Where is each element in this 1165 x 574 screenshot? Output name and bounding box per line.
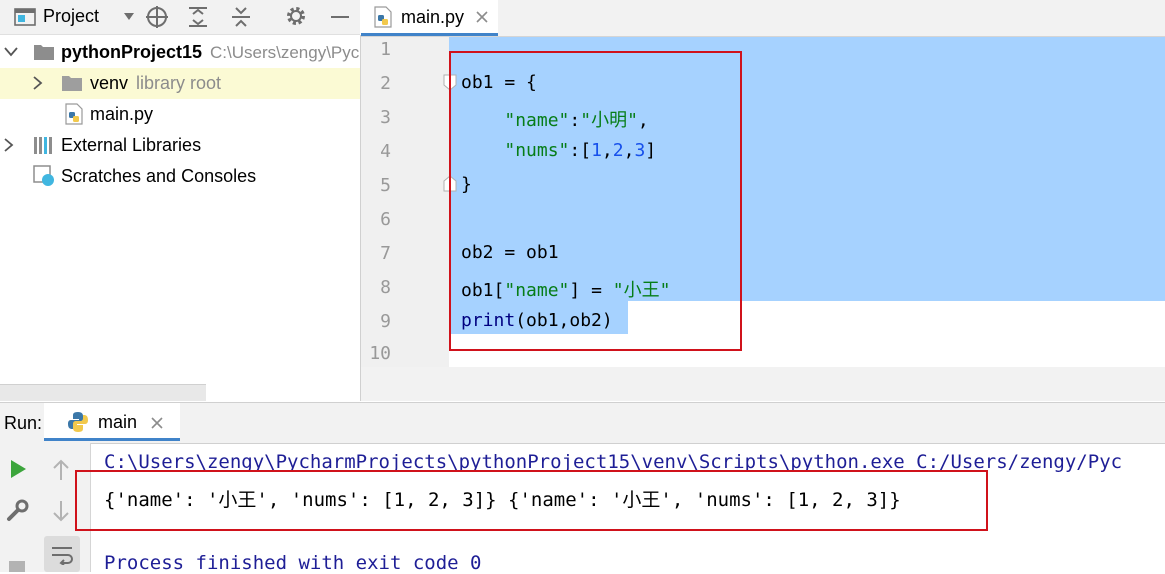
console-exit-message: Process finished with exit code 0: [104, 552, 482, 574]
annotation-box-output: [75, 470, 988, 531]
main-py-label: main.py: [90, 104, 154, 124]
collapse-all-icon[interactable]: [230, 5, 252, 29]
locate-icon[interactable]: [145, 5, 169, 29]
tree-item-venv[interactable]: venv library root: [0, 68, 360, 99]
line-number: 9: [380, 311, 391, 332]
chevron-right-icon[interactable]: [4, 138, 14, 152]
soft-wrap-button[interactable]: [44, 536, 80, 572]
run-tab-main[interactable]: main: [44, 403, 180, 441]
library-icon: [34, 137, 52, 154]
library-root-hint: library root: [136, 73, 222, 93]
minimize-icon[interactable]: [330, 14, 350, 20]
close-icon[interactable]: [475, 10, 489, 24]
python-file-icon: [374, 6, 392, 28]
chevron-right-icon[interactable]: [33, 76, 43, 90]
tab-label: main.py: [401, 7, 465, 27]
horizontal-scrollbar[interactable]: [0, 384, 206, 401]
line-number: 10: [369, 343, 391, 364]
arrow-down-icon[interactable]: [52, 500, 70, 522]
line-number: 2: [380, 73, 391, 94]
line-number: 7: [380, 243, 391, 264]
expand-all-icon[interactable]: [187, 5, 209, 29]
tree-item-external-libraries[interactable]: External Libraries: [0, 130, 360, 161]
project-tree: pythonProject15 C:\Users\zengy\Pyc venv …: [0, 35, 361, 401]
run-tab-label: main: [98, 412, 138, 432]
project-name: pythonProject15: [61, 42, 203, 62]
line-number: 4: [380, 141, 391, 162]
tree-item-project-root[interactable]: pythonProject15 C:\Users\zengy\Pyc: [0, 37, 360, 68]
python-icon: [68, 412, 88, 432]
scratches-label: Scratches and Consoles: [61, 166, 257, 186]
gear-icon[interactable]: [284, 4, 308, 28]
tree-item-main-py[interactable]: main.py: [0, 99, 360, 130]
line-number: 3: [380, 107, 391, 128]
tab-main-py[interactable]: main.py: [361, 0, 498, 36]
wrench-icon[interactable]: [6, 499, 30, 523]
line-number: 5: [380, 175, 391, 196]
close-icon[interactable]: [150, 416, 164, 430]
project-title[interactable]: Project: [43, 6, 99, 27]
stop-icon[interactable]: [9, 561, 25, 572]
chevron-down-icon[interactable]: [123, 12, 135, 22]
annotation-box-code: [449, 51, 742, 351]
rerun-icon[interactable]: [9, 459, 27, 479]
line-number: 1: [380, 39, 391, 60]
tree-item-scratches[interactable]: Scratches and Consoles: [0, 161, 360, 192]
line-number: 6: [380, 209, 391, 230]
folder-icon: [34, 45, 54, 60]
project-window-icon: [14, 8, 36, 26]
run-label: Run:: [4, 413, 43, 433]
folder-icon: [62, 76, 82, 91]
project-toolbar: Project: [0, 0, 360, 35]
editor-status-strip: [361, 367, 1165, 401]
chevron-down-icon[interactable]: [4, 47, 18, 57]
soft-wrap-icon: [52, 547, 73, 565]
line-number: 8: [380, 277, 391, 298]
project-path: C:\Users\zengy\Pyc: [210, 43, 360, 62]
venv-label: venv: [90, 73, 129, 93]
scratches-icon: [33, 165, 54, 186]
arrow-up-icon[interactable]: [52, 459, 70, 481]
python-file-icon: [65, 103, 83, 125]
external-libraries-label: External Libraries: [61, 135, 202, 155]
